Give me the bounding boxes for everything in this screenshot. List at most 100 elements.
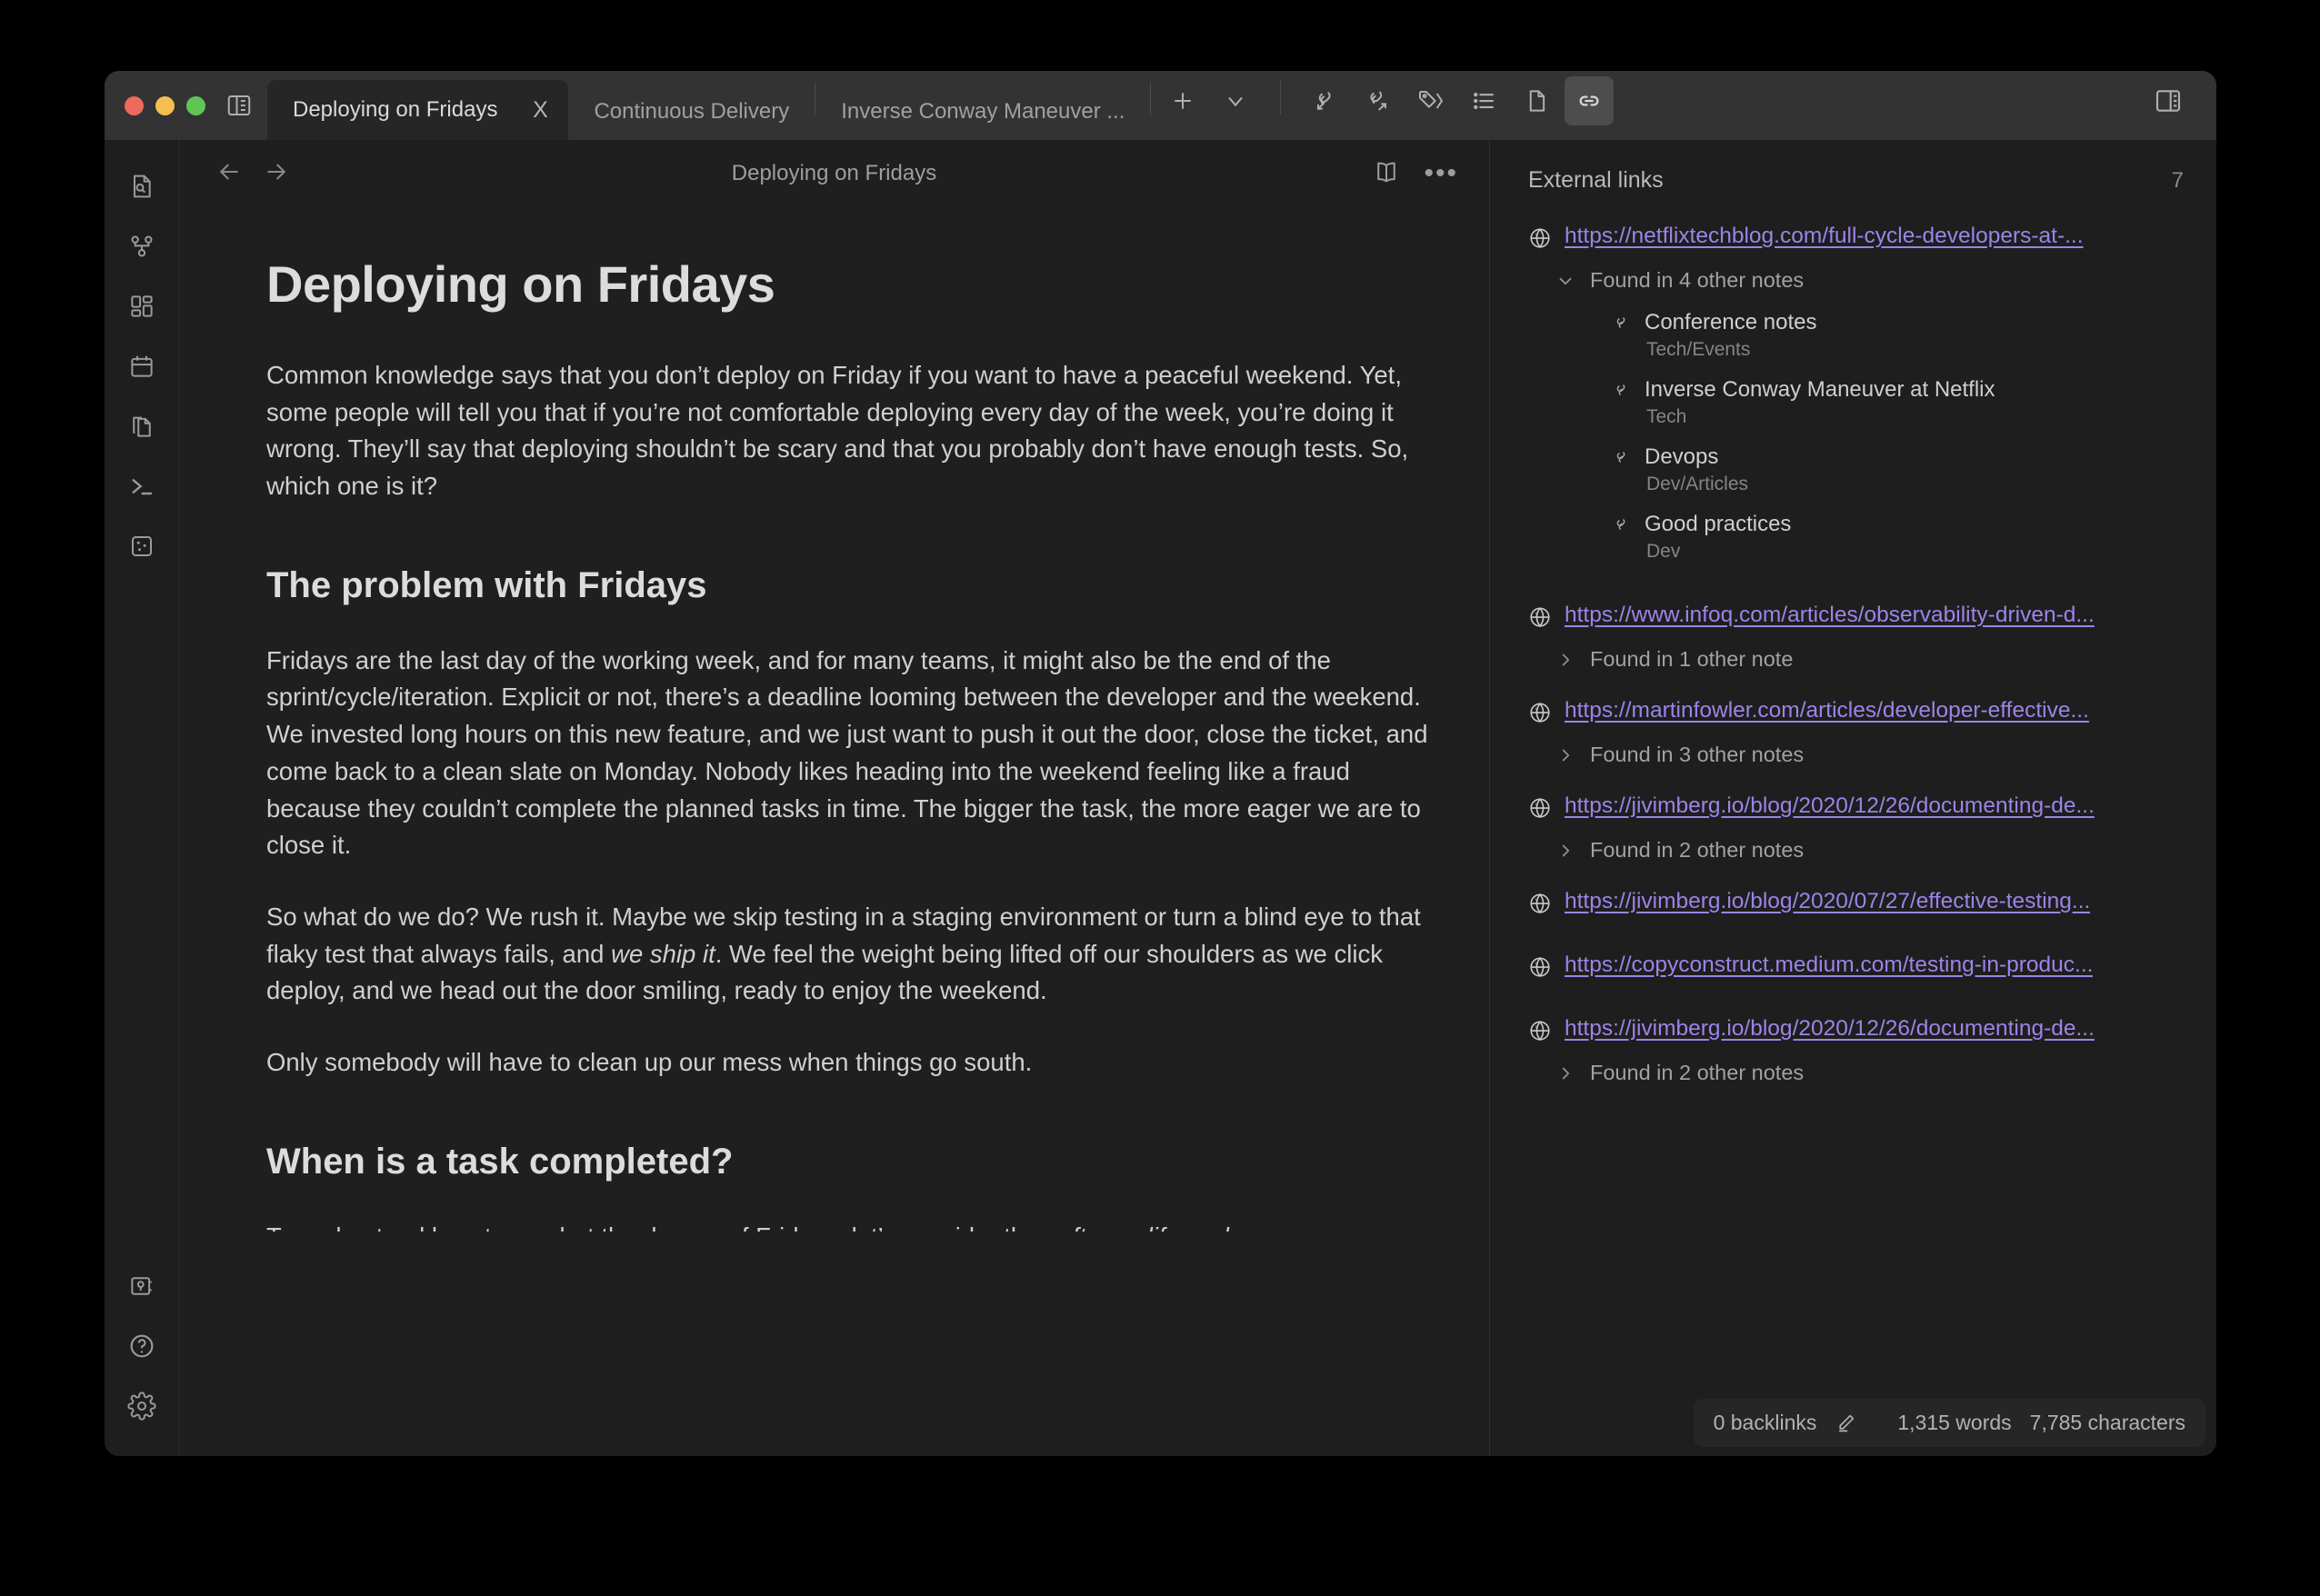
external-link-url[interactable]: https://netflixtechblog.com/full-cycle-d… (1565, 224, 2084, 249)
external-link-row[interactable]: https://copyconstruct.medium.com/testing… (1528, 946, 2189, 990)
linked-note-item[interactable]: Conference notes Tech/Events (1612, 304, 2189, 371)
linked-notes-list: Conference notes Tech/Events Inverse Con… (1528, 298, 2189, 573)
terminal-icon[interactable] (115, 460, 168, 513)
vault-switcher-icon[interactable] (115, 1260, 168, 1312)
external-links-list: https://netflixtechblog.com/full-cycle-d… (1490, 212, 2216, 1102)
link-chain-icon (1612, 447, 1632, 467)
backlinks-icon[interactable] (1301, 76, 1350, 125)
external-link-group: https://jivimberg.io/blog/2020/12/26/doc… (1528, 787, 2189, 868)
titlebar: Deploying on Fridays X Continuous Delive… (105, 71, 2216, 140)
found-in-notes-label: Found in 1 other note (1590, 647, 1793, 672)
calendar-icon[interactable] (115, 340, 168, 393)
word-count: 1,315 words (1897, 1411, 2011, 1435)
tab-label: Continuous Delivery (594, 99, 789, 125)
tags-icon[interactable] (1406, 76, 1455, 125)
emphasis-we-ship-it: we ship it (611, 940, 715, 968)
globe-icon (1528, 955, 1552, 983)
help-icon[interactable] (115, 1320, 168, 1372)
linked-note-item[interactable]: Good practices Dev (1612, 505, 2189, 573)
found-in-notes-toggle[interactable]: Found in 3 other notes (1528, 735, 2189, 773)
reading-view-icon[interactable] (1373, 158, 1400, 190)
document-content[interactable]: Deploying on Fridays Common knowledge sa… (223, 254, 1445, 1232)
globe-icon (1528, 701, 1552, 729)
found-in-notes-label: Found in 4 other notes (1590, 268, 1804, 293)
tab-label: Deploying on Fridays (293, 97, 497, 123)
found-in-notes-toggle[interactable]: Found in 2 other notes (1528, 1053, 2189, 1091)
external-link-url[interactable]: https://copyconstruct.medium.com/testing… (1565, 953, 2093, 978)
external-link-row[interactable]: https://jivimberg.io/blog/2020/12/26/doc… (1528, 787, 2189, 831)
note-header: Deploying on Fridays ••• (179, 140, 1489, 207)
globe-icon (1528, 892, 1552, 920)
canvas-icon[interactable] (115, 280, 168, 333)
found-in-notes-label: Found in 3 other notes (1590, 743, 1804, 767)
left-ribbon (105, 140, 179, 1456)
backlinks-count[interactable]: 0 backlinks (1714, 1411, 1817, 1435)
forward-arrow-icon[interactable] (263, 158, 290, 190)
page-preview-icon[interactable] (1512, 76, 1561, 125)
maximize-window-button[interactable] (186, 96, 205, 115)
chevron-right-icon (1555, 745, 1575, 765)
external-link-group: https://martinfowler.com/articles/develo… (1528, 692, 2189, 773)
external-link-url[interactable]: https://martinfowler.com/articles/develo… (1565, 698, 2089, 723)
found-in-notes-toggle[interactable]: Found in 1 other note (1528, 640, 2189, 677)
external-link-row[interactable]: https://www.infoq.com/articles/observabi… (1528, 596, 2189, 640)
back-arrow-icon[interactable] (215, 158, 243, 190)
tab-deploying-on-fridays[interactable]: Deploying on Fridays X (267, 80, 568, 140)
external-links-header: External links 7 (1490, 140, 2216, 212)
random-note-icon[interactable] (115, 520, 168, 573)
chevron-down-icon[interactable] (1211, 76, 1260, 125)
external-link-group: https://jivimberg.io/blog/2020/12/26/doc… (1528, 1010, 2189, 1091)
close-window-button[interactable] (125, 96, 144, 115)
external-link-row[interactable]: https://martinfowler.com/articles/develo… (1528, 692, 2189, 735)
tab-actions (1158, 71, 1614, 140)
external-link-row[interactable]: https://netflixtechblog.com/full-cycle-d… (1528, 217, 2189, 261)
window-controls (105, 71, 222, 140)
globe-icon (1528, 226, 1552, 254)
chevron-right-icon (1555, 841, 1575, 861)
editor-pane: Deploying on Fridays ••• Deploying on Fr… (179, 140, 1489, 1456)
pencil-icon[interactable] (1835, 1411, 1857, 1434)
linked-note-path: Tech (1612, 406, 2189, 428)
chevron-right-icon (1555, 650, 1575, 670)
linked-note-name: Conference notes (1645, 310, 1816, 335)
character-count: 7,785 characters (2030, 1411, 2185, 1435)
linked-note-item[interactable]: Devops Dev/Articles (1612, 438, 2189, 505)
external-link-row[interactable]: https://jivimberg.io/blog/2020/12/26/doc… (1528, 1010, 2189, 1053)
external-links-icon[interactable] (1565, 76, 1614, 125)
linked-note-name: Inverse Conway Maneuver at Netflix (1645, 377, 1995, 403)
search-file-icon[interactable] (115, 160, 168, 213)
external-link-url[interactable]: https://jivimberg.io/blog/2020/07/27/eff… (1565, 889, 2090, 914)
document-heading-2-task-completed: When is a task completed? (266, 1142, 1438, 1182)
found-in-notes-toggle[interactable]: Found in 4 other notes (1528, 261, 2189, 298)
external-link-row[interactable]: https://jivimberg.io/blog/2020/07/27/eff… (1528, 883, 2189, 926)
left-sidebar-toggle-icon[interactable] (222, 71, 267, 140)
tab-inverse-conway-maneuver[interactable]: Inverse Conway Maneuver ... (815, 84, 1150, 140)
clipped-text: To understand how to combat the danger o… (266, 1222, 1045, 1232)
outline-icon[interactable] (1459, 76, 1508, 125)
right-sidebar-toggle-icon[interactable] (2144, 76, 2193, 125)
more-options-button[interactable]: ••• (1424, 168, 1458, 179)
external-link-url[interactable]: https://jivimberg.io/blog/2020/12/26/doc… (1565, 1016, 2095, 1042)
tab-divider (1150, 83, 1151, 115)
minimize-window-button[interactable] (155, 96, 175, 115)
link-chain-icon (1612, 313, 1632, 333)
found-in-notes-label: Found in 2 other notes (1590, 1061, 1804, 1085)
found-in-notes-toggle[interactable]: Found in 2 other notes (1528, 831, 2189, 868)
linked-note-name: Devops (1645, 444, 1718, 470)
outgoing-links-icon[interactable] (1354, 76, 1403, 125)
found-in-notes-label: Found in 2 other notes (1590, 838, 1804, 863)
document-paragraph: Only somebody will have to clean up our … (266, 1044, 1438, 1082)
graph-view-icon[interactable] (115, 220, 168, 273)
document-scroll-area[interactable]: Deploying on Fridays Common knowledge sa… (179, 207, 1489, 1456)
external-link-group: https://jivimberg.io/blog/2020/07/27/eff… (1528, 883, 2189, 926)
new-tab-button[interactable] (1158, 76, 1207, 125)
external-link-url[interactable]: https://jivimberg.io/blog/2020/12/26/doc… (1565, 793, 2095, 819)
linked-note-item[interactable]: Inverse Conway Maneuver at Netflix Tech (1612, 371, 2189, 438)
templates-icon[interactable] (115, 400, 168, 453)
link-chain-icon (1612, 514, 1632, 534)
tab-continuous-delivery[interactable]: Continuous Delivery (568, 84, 815, 140)
external-link-url[interactable]: https://www.infoq.com/articles/observabi… (1565, 603, 2095, 628)
close-tab-button[interactable]: X (528, 99, 552, 122)
settings-icon[interactable] (115, 1380, 168, 1432)
app-window: Deploying on Fridays X Continuous Delive… (105, 71, 2216, 1456)
